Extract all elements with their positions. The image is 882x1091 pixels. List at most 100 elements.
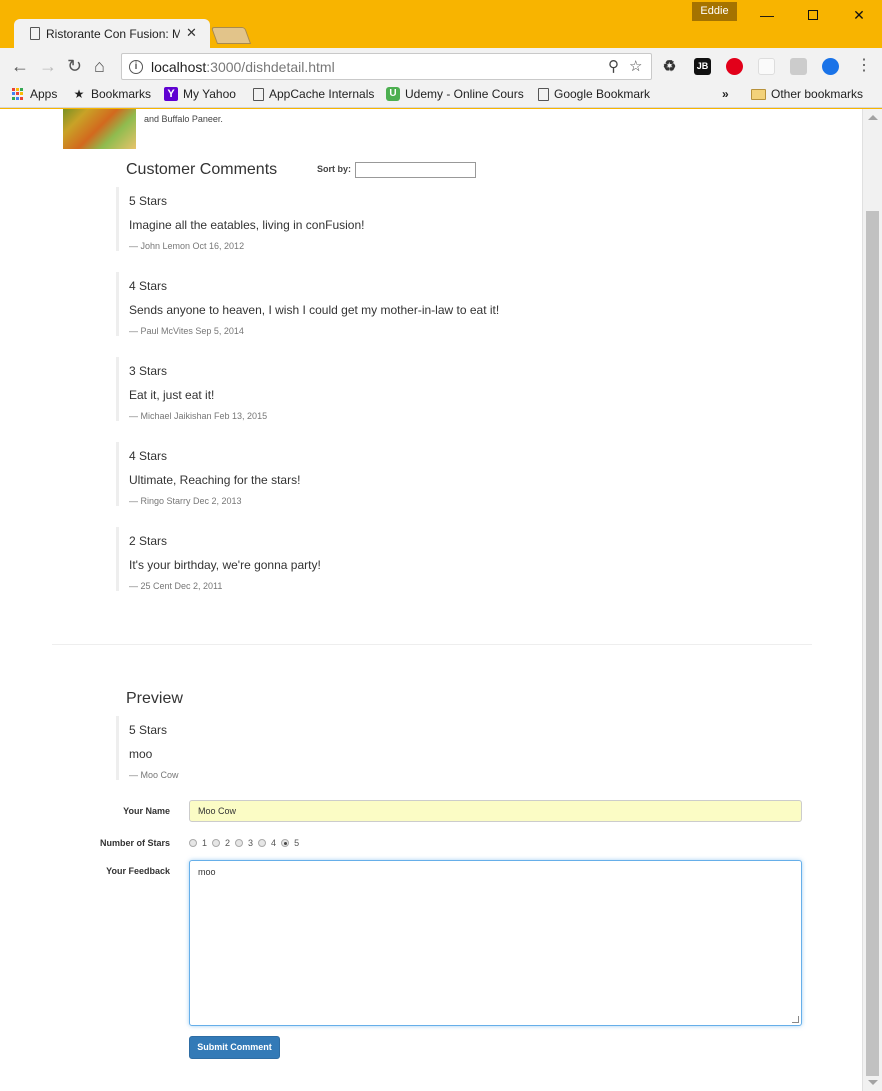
bookmark-udemy[interactable]: U Udemy - Online Cours xyxy=(386,87,524,101)
comment-text: It's your birthday, we're gonna party! xyxy=(129,558,321,572)
zoom-icon[interactable]: ⚲ xyxy=(608,57,619,75)
new-tab-button[interactable] xyxy=(210,27,252,44)
info-icon[interactable]: i xyxy=(129,60,143,74)
blue-extension-icon[interactable] xyxy=(822,58,839,75)
bookmark-google[interactable]: Google Bookmark xyxy=(538,87,650,101)
url-path: :3000/dishdetail.html xyxy=(206,59,335,75)
resize-handle-icon[interactable] xyxy=(792,1016,799,1023)
page-icon xyxy=(30,27,40,40)
bookmark-apps[interactable]: Apps xyxy=(11,87,57,101)
dish-image xyxy=(63,109,136,149)
folder-icon xyxy=(751,88,766,100)
comments-title: Customer Comments xyxy=(126,161,278,178)
bookmark-label: My Yahoo xyxy=(183,87,236,101)
comment-item: 4 Stars Sends anyone to heaven, I wish I… xyxy=(116,272,536,336)
reload-icon[interactable]: ↻ xyxy=(67,56,82,76)
sort-input[interactable] xyxy=(355,162,476,178)
comment-text: Imagine all the eatables, living in conF… xyxy=(129,218,365,232)
stars-label: Number of Stars xyxy=(99,838,170,848)
profile-button[interactable]: Eddie xyxy=(692,2,737,21)
star-icon: ★ xyxy=(73,87,85,101)
blank-extension-icon[interactable] xyxy=(758,58,775,75)
comment-text: Ultimate, Reaching for the stars! xyxy=(129,473,301,487)
menu-kebab-icon[interactable]: ⋮ xyxy=(856,56,872,76)
comment-author: — Michael Jaikishan Feb 13, 2015 xyxy=(129,411,268,421)
bookmarks-overflow-button[interactable]: » xyxy=(722,87,729,101)
comment-rating: 4 Stars xyxy=(129,449,168,463)
recycle-extension-icon[interactable]: ♻ xyxy=(661,58,678,75)
home-icon[interactable]: ⌂ xyxy=(94,56,105,76)
tab-dishdetail[interactable]: Ristorante Con Fusion: Menu ✕ xyxy=(14,19,210,48)
feedback-textarea[interactable]: moo xyxy=(189,860,802,1026)
bookmark-label: Apps xyxy=(30,87,58,101)
bookmark-appcache[interactable]: AppCache Internals xyxy=(253,87,374,101)
star-option-label: 3 xyxy=(248,838,254,848)
bookmarks-bar: Apps ★ Bookmarks Y My Yahoo AppCache Int… xyxy=(0,84,882,108)
submit-comment-button[interactable]: Submit Comment xyxy=(189,1036,280,1059)
comment-item: 2 Stars It's your birthday, we're gonna … xyxy=(116,527,416,591)
forward-arrow-icon[interactable]: → xyxy=(39,56,57,76)
comment-author: — Paul McVites Sep 5, 2014 xyxy=(129,326,244,336)
apps-grid-icon xyxy=(11,87,25,101)
dish-description: and Buffalo Paneer. xyxy=(144,114,223,124)
feedback-text: moo xyxy=(198,867,216,877)
trend-extension-icon[interactable] xyxy=(726,58,743,75)
url-text: localhost:3000/dishdetail.html xyxy=(151,59,335,75)
comment-item: 4 Stars Ultimate, Reaching for the stars… xyxy=(116,442,416,506)
star-radio-2[interactable] xyxy=(212,839,221,847)
scroll-down-icon[interactable] xyxy=(868,1080,878,1085)
comment-text: Eat it, just eat it! xyxy=(129,388,215,402)
preview-text: moo xyxy=(129,747,153,761)
jetbrains-extension-icon[interactable]: JB xyxy=(694,58,711,75)
minimize-button[interactable]: — xyxy=(744,0,790,30)
preview-author: — Moo Cow xyxy=(129,770,179,780)
grid-extension-icon[interactable] xyxy=(790,58,807,75)
comment-rating: 4 Stars xyxy=(129,279,168,293)
bookmark-bookmarks[interactable]: ★ Bookmarks xyxy=(72,87,151,101)
star-radio-4[interactable] xyxy=(258,839,267,847)
star-radio-5[interactable] xyxy=(281,839,290,847)
bookmark-label: Udemy - Online Cours xyxy=(405,87,524,101)
star-option-label: 5 xyxy=(294,838,300,848)
feedback-label: Your Feedback xyxy=(106,866,170,876)
page-viewport: and Buffalo Paneer. Customer Comments So… xyxy=(0,109,862,1091)
comment-rating: 2 Stars xyxy=(129,534,168,548)
browser-toolbar: ← → ↻ ⌂ i localhost:3000/dishdetail.html… xyxy=(0,48,882,84)
preview-rating: 5 Stars xyxy=(129,723,168,737)
section-divider xyxy=(52,644,812,645)
tab-close-icon[interactable]: ✕ xyxy=(186,25,197,41)
back-arrow-icon[interactable]: ← xyxy=(11,56,29,76)
comment-author: — 25 Cent Dec 2, 2011 xyxy=(129,581,223,591)
scroll-up-icon[interactable] xyxy=(868,115,878,120)
comment-author: — Ringo Starry Dec 2, 2013 xyxy=(129,496,242,506)
page-icon xyxy=(538,87,549,101)
window-titlebar: Eddie — ✕ Ristorante Con Fusion: Menu ✕ xyxy=(0,0,882,48)
page-icon xyxy=(253,87,264,101)
page-scrollbar[interactable] xyxy=(862,109,882,1091)
scroll-thumb[interactable] xyxy=(866,211,879,1076)
maximize-button[interactable] xyxy=(790,0,836,30)
name-label: Your Name xyxy=(123,806,170,816)
close-icon: ✕ xyxy=(853,6,865,23)
address-bar[interactable]: i localhost:3000/dishdetail.html ⚲ ☆ xyxy=(121,53,652,80)
star-radio-1[interactable] xyxy=(189,839,197,847)
name-input[interactable]: Moo Cow xyxy=(189,800,802,822)
sort-label: Sort by: xyxy=(317,164,352,174)
bookmark-other[interactable]: Other bookmarks xyxy=(751,87,863,101)
bookmark-label: AppCache Internals xyxy=(269,87,375,101)
minimize-icon: — xyxy=(760,7,774,23)
star-option-label: 2 xyxy=(225,838,231,848)
bookmark-label: Bookmarks xyxy=(91,87,152,101)
yahoo-icon: Y xyxy=(164,87,178,101)
tab-title: Ristorante Con Fusion: Menu xyxy=(46,27,180,41)
comment-rating: 3 Stars xyxy=(129,364,168,378)
star-option-label: 1 xyxy=(202,838,208,848)
star-option-label: 4 xyxy=(271,838,277,848)
comment-text: Sends anyone to heaven, I wish I could g… xyxy=(129,303,500,317)
preview-title: Preview xyxy=(126,690,183,707)
stars-radio-group: 1 2 3 4 5 xyxy=(189,838,304,848)
bookmark-star-icon[interactable]: ☆ xyxy=(629,57,642,75)
bookmark-my-yahoo[interactable]: Y My Yahoo xyxy=(164,87,236,101)
close-window-button[interactable]: ✕ xyxy=(836,0,882,30)
star-radio-3[interactable] xyxy=(235,839,244,847)
